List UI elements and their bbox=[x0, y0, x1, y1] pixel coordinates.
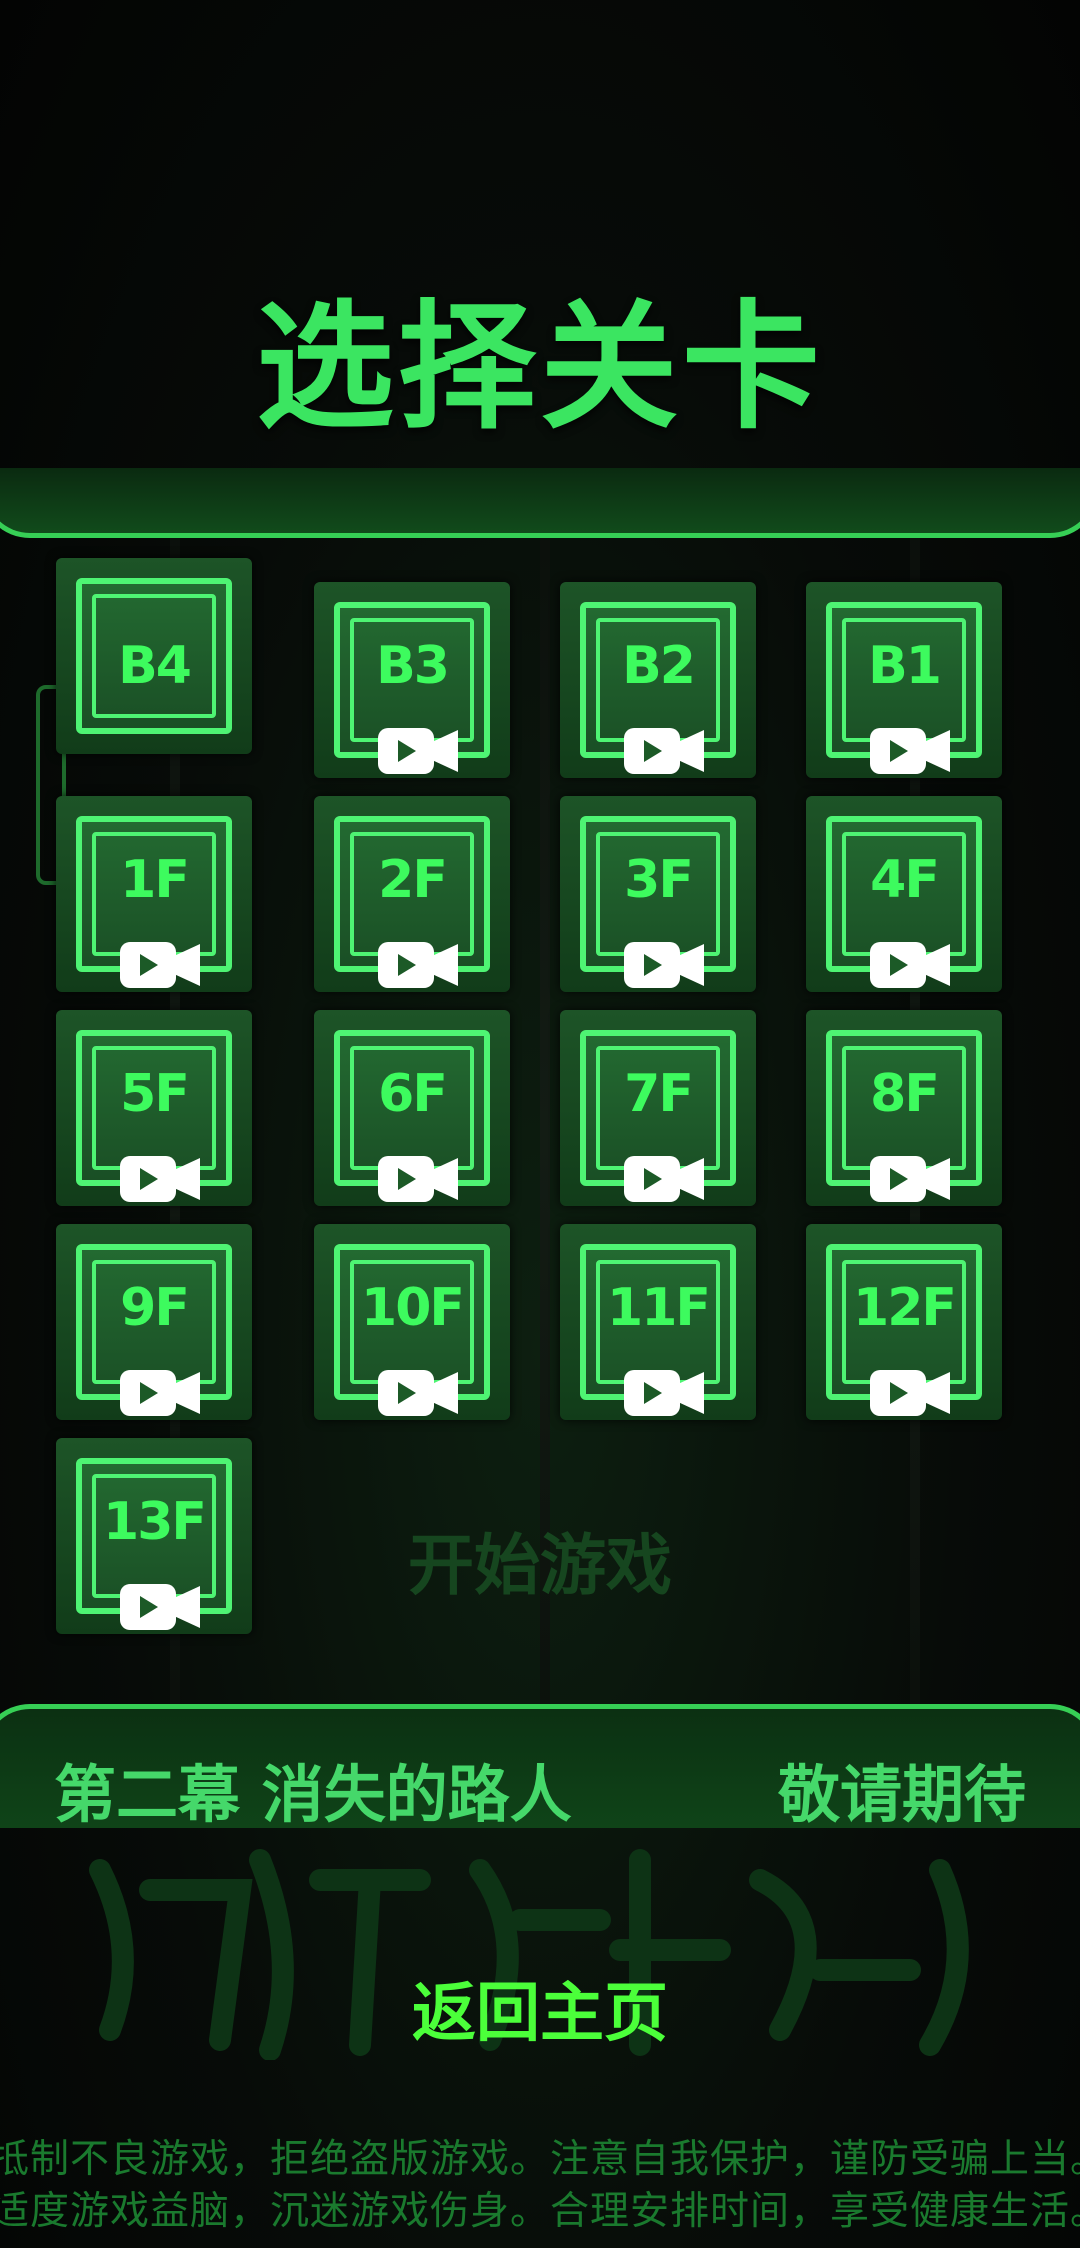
video-camera-icon bbox=[378, 1370, 458, 1416]
level-label: 13F bbox=[103, 1492, 207, 1552]
level-label: B3 bbox=[376, 636, 450, 696]
level-tile[interactable]: 2F bbox=[314, 796, 510, 992]
level-label: 6F bbox=[378, 1064, 448, 1124]
video-camera-icon bbox=[624, 728, 704, 774]
video-camera-icon bbox=[378, 942, 458, 988]
video-camera-icon bbox=[120, 942, 200, 988]
video-camera-icon bbox=[870, 942, 950, 988]
level-tile[interactable]: B1 bbox=[806, 582, 1002, 778]
level-label: 3F bbox=[624, 850, 694, 910]
video-camera-icon bbox=[120, 1584, 200, 1630]
video-camera-icon bbox=[378, 728, 458, 774]
level-tile[interactable]: B2 bbox=[560, 582, 756, 778]
video-camera-icon bbox=[120, 1370, 200, 1416]
video-camera-icon bbox=[378, 1156, 458, 1202]
level-label: 7F bbox=[624, 1064, 694, 1124]
level-label: 12F bbox=[853, 1278, 957, 1338]
video-camera-icon bbox=[624, 942, 704, 988]
video-camera-icon bbox=[870, 728, 950, 774]
level-tile[interactable]: 10F bbox=[314, 1224, 510, 1420]
level-select-screen: 选择关卡 开始游戏 B4 B3 B2 B1 1F 2F 3F 4F 5F 6F 7F 8F 9F 10F 1… bbox=[0, 0, 1080, 2248]
video-camera-icon bbox=[870, 1370, 950, 1416]
level-label: B4 bbox=[118, 636, 192, 696]
level-tile[interactable]: 13F bbox=[56, 1438, 252, 1634]
level-tile[interactable]: 9F bbox=[56, 1224, 252, 1420]
level-label: 11F bbox=[607, 1278, 711, 1338]
video-camera-icon bbox=[870, 1156, 950, 1202]
level-tile[interactable]: 5F bbox=[56, 1010, 252, 1206]
level-label: 1F bbox=[120, 850, 190, 910]
level-tile[interactable]: 4F bbox=[806, 796, 1002, 992]
level-tile[interactable]: 12F bbox=[806, 1224, 1002, 1420]
header-frame bbox=[0, 468, 1080, 538]
page-title: 选择关卡 bbox=[255, 287, 824, 448]
video-camera-icon bbox=[624, 1370, 704, 1416]
level-label: B1 bbox=[868, 636, 942, 696]
notice-line-1: 抵制不良游戏，拒绝盗版游戏。注意自我保护，谨防受骗上当。 bbox=[0, 2137, 1080, 2182]
level-label: 8F bbox=[870, 1064, 940, 1124]
return-home-button[interactable]: 返回主页 bbox=[340, 1962, 740, 2054]
level-tile[interactable]: B4 bbox=[56, 558, 252, 754]
level-label: 4F bbox=[870, 850, 940, 910]
video-camera-icon bbox=[120, 1156, 200, 1202]
level-label: 5F bbox=[120, 1064, 190, 1124]
level-tile[interactable]: 11F bbox=[560, 1224, 756, 1420]
level-tile[interactable]: 8F bbox=[806, 1010, 1002, 1206]
chapter-status: 敬请期待 bbox=[777, 1758, 1026, 1831]
level-label: B2 bbox=[622, 636, 696, 696]
notice-line-2: 适度游戏益脑，沉迷游戏伤身。合理安排时间，享受健康生活。 bbox=[0, 2189, 1080, 2234]
chapter-name: 第二幕 消失的路人 bbox=[54, 1758, 572, 1831]
level-tile[interactable]: 7F bbox=[560, 1010, 756, 1206]
video-camera-icon bbox=[624, 1156, 704, 1202]
level-tile[interactable]: 1F bbox=[56, 796, 252, 992]
level-tile[interactable]: B3 bbox=[314, 582, 510, 778]
level-label: 2F bbox=[378, 850, 448, 910]
level-label: 10F bbox=[361, 1278, 465, 1338]
level-tile[interactable]: 6F bbox=[314, 1010, 510, 1206]
level-tile[interactable]: 3F bbox=[560, 796, 756, 992]
level-label: 9F bbox=[120, 1278, 190, 1338]
